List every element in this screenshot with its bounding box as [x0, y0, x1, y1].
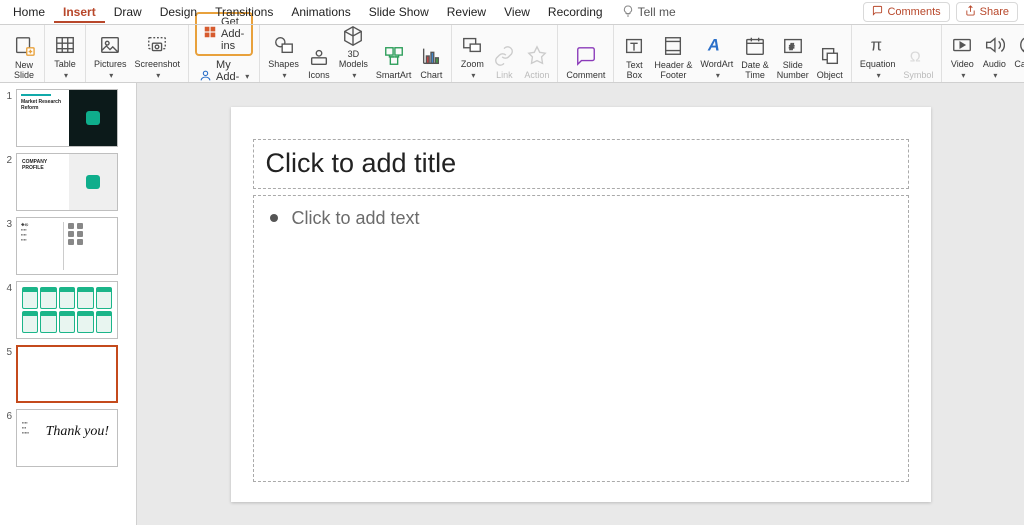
svg-text:π: π	[870, 37, 881, 55]
addins-store-icon	[203, 25, 217, 42]
3d-models-button[interactable]: 3D Models▾	[335, 25, 372, 82]
pictures-button[interactable]: Pictures▾	[90, 25, 131, 82]
shapes-button[interactable]: Shapes▾	[264, 25, 303, 82]
icons-button[interactable]: Icons	[303, 25, 335, 82]
text-box-icon	[622, 34, 646, 58]
header-footer-icon	[661, 34, 685, 58]
cameo-icon	[1017, 33, 1024, 57]
tell-me-search[interactable]: Tell me	[622, 5, 676, 20]
calendar-icon	[743, 34, 767, 58]
comment-icon	[872, 5, 883, 19]
share-icon	[965, 5, 976, 19]
comment-bubble-icon	[574, 44, 598, 68]
svg-text:Ω: Ω	[910, 50, 921, 66]
icons-icon	[307, 44, 331, 68]
current-slide[interactable]: Click to add title Click to add text	[231, 107, 931, 502]
screenshot-button[interactable]: Screenshot▾	[131, 25, 185, 82]
link-button: Link	[488, 25, 520, 82]
thumb-slide-3[interactable]: �ආ▪▪▪▪▪▪▪▪▪▪▪▪	[16, 217, 118, 275]
tell-me-label: Tell me	[638, 5, 676, 19]
tab-home[interactable]: Home	[4, 1, 54, 23]
picture-icon	[98, 33, 122, 57]
chevron-down-icon: ▾	[245, 72, 249, 81]
action-icon	[525, 44, 549, 68]
thumb-number: 4	[4, 281, 12, 294]
tab-design[interactable]: Design	[151, 1, 206, 23]
slide-thumbnails-panel[interactable]: 1 Market Research Reform 2 COMPANY PROFI…	[0, 83, 137, 525]
chart-icon	[419, 44, 443, 68]
tab-view[interactable]: View	[495, 1, 539, 23]
tab-insert[interactable]: Insert	[54, 1, 105, 23]
thumb-slide-4[interactable]	[16, 281, 118, 339]
tab-animations[interactable]: Animations	[282, 1, 359, 23]
audio-icon	[982, 33, 1006, 57]
svg-text:#: #	[789, 43, 794, 52]
equation-button[interactable]: π Equation▾	[856, 25, 900, 82]
thumb-slide-2[interactable]: COMPANY PROFILE	[16, 153, 118, 211]
symbol-button: Ω Symbol	[899, 25, 937, 82]
new-slide-button[interactable]: New Slide	[8, 25, 40, 82]
smartart-button[interactable]: SmartArt	[372, 25, 416, 82]
object-button[interactable]: Object	[813, 25, 847, 82]
slide-number-button[interactable]: # Slide Number	[773, 25, 813, 82]
content-placeholder-text: Click to add text	[292, 208, 420, 229]
content-placeholder[interactable]: Click to add text	[253, 195, 909, 482]
object-icon	[818, 44, 842, 68]
lightbulb-icon	[622, 5, 634, 20]
main-area: 1 Market Research Reform 2 COMPANY PROFI…	[0, 83, 1024, 525]
thumb-number: 3	[4, 217, 12, 230]
smartart-icon	[382, 44, 406, 68]
zoom-button[interactable]: Zoom▾	[456, 25, 488, 82]
pi-icon: π	[866, 33, 890, 57]
video-icon	[950, 33, 974, 57]
thumb-slide-5[interactable]	[16, 345, 118, 403]
thumb-slide-1[interactable]: Market Research Reform	[16, 89, 118, 147]
text-box-button[interactable]: Text Box	[618, 25, 650, 82]
link-icon	[492, 44, 516, 68]
table-icon	[53, 33, 77, 57]
tab-review[interactable]: Review	[438, 1, 495, 23]
slide-canvas[interactable]: Click to add title Click to add text	[137, 83, 1024, 525]
new-slide-icon	[12, 34, 36, 58]
slide-number-icon: #	[781, 34, 805, 58]
date-time-button[interactable]: Date & Time	[737, 25, 773, 82]
menu-tabs: Home Insert Draw Design Transitions Anim…	[0, 0, 1024, 25]
wordart-button[interactable]: A WordArt▾	[696, 25, 737, 82]
svg-text:A: A	[707, 37, 720, 55]
tab-transitions[interactable]: Transitions	[206, 1, 282, 23]
omega-icon: Ω	[906, 44, 930, 68]
title-placeholder-text: Click to add title	[266, 148, 457, 179]
title-placeholder[interactable]: Click to add title	[253, 139, 909, 189]
thumb-number: 2	[4, 153, 12, 166]
action-button: Action	[520, 25, 553, 82]
thumb-number: 6	[4, 409, 12, 422]
comment-button[interactable]: Comment	[562, 25, 609, 82]
ribbon-insert: New Slide Table▾ Pictures▾ Screenshot▾ G…	[0, 25, 1024, 83]
bullet-icon	[270, 214, 278, 222]
chart-button[interactable]: Chart	[415, 25, 447, 82]
header-footer-button[interactable]: Header & Footer	[650, 25, 696, 82]
thumb-number: 5	[4, 345, 12, 358]
share-button[interactable]: Share	[956, 2, 1018, 22]
cameo-button[interactable]: Cameo▾	[1010, 25, 1024, 82]
tab-draw[interactable]: Draw	[105, 1, 151, 23]
zoom-icon	[460, 33, 484, 57]
table-button[interactable]: Table▾	[49, 25, 81, 82]
tab-slide-show[interactable]: Slide Show	[360, 1, 438, 23]
audio-button[interactable]: Audio▾	[978, 25, 1010, 82]
comments-button[interactable]: Comments	[863, 2, 949, 22]
cube-icon	[341, 25, 365, 47]
tab-recording[interactable]: Recording	[539, 1, 612, 23]
thumb-number: 1	[4, 89, 12, 102]
video-button[interactable]: Video▾	[946, 25, 978, 82]
camera-icon	[145, 33, 169, 57]
shapes-icon	[272, 33, 296, 57]
thumb-slide-6[interactable]: ▪▪▪▪▪▪▪▪▪▪▪▪ Thank you!	[16, 409, 118, 467]
wordart-icon: A	[705, 33, 729, 57]
